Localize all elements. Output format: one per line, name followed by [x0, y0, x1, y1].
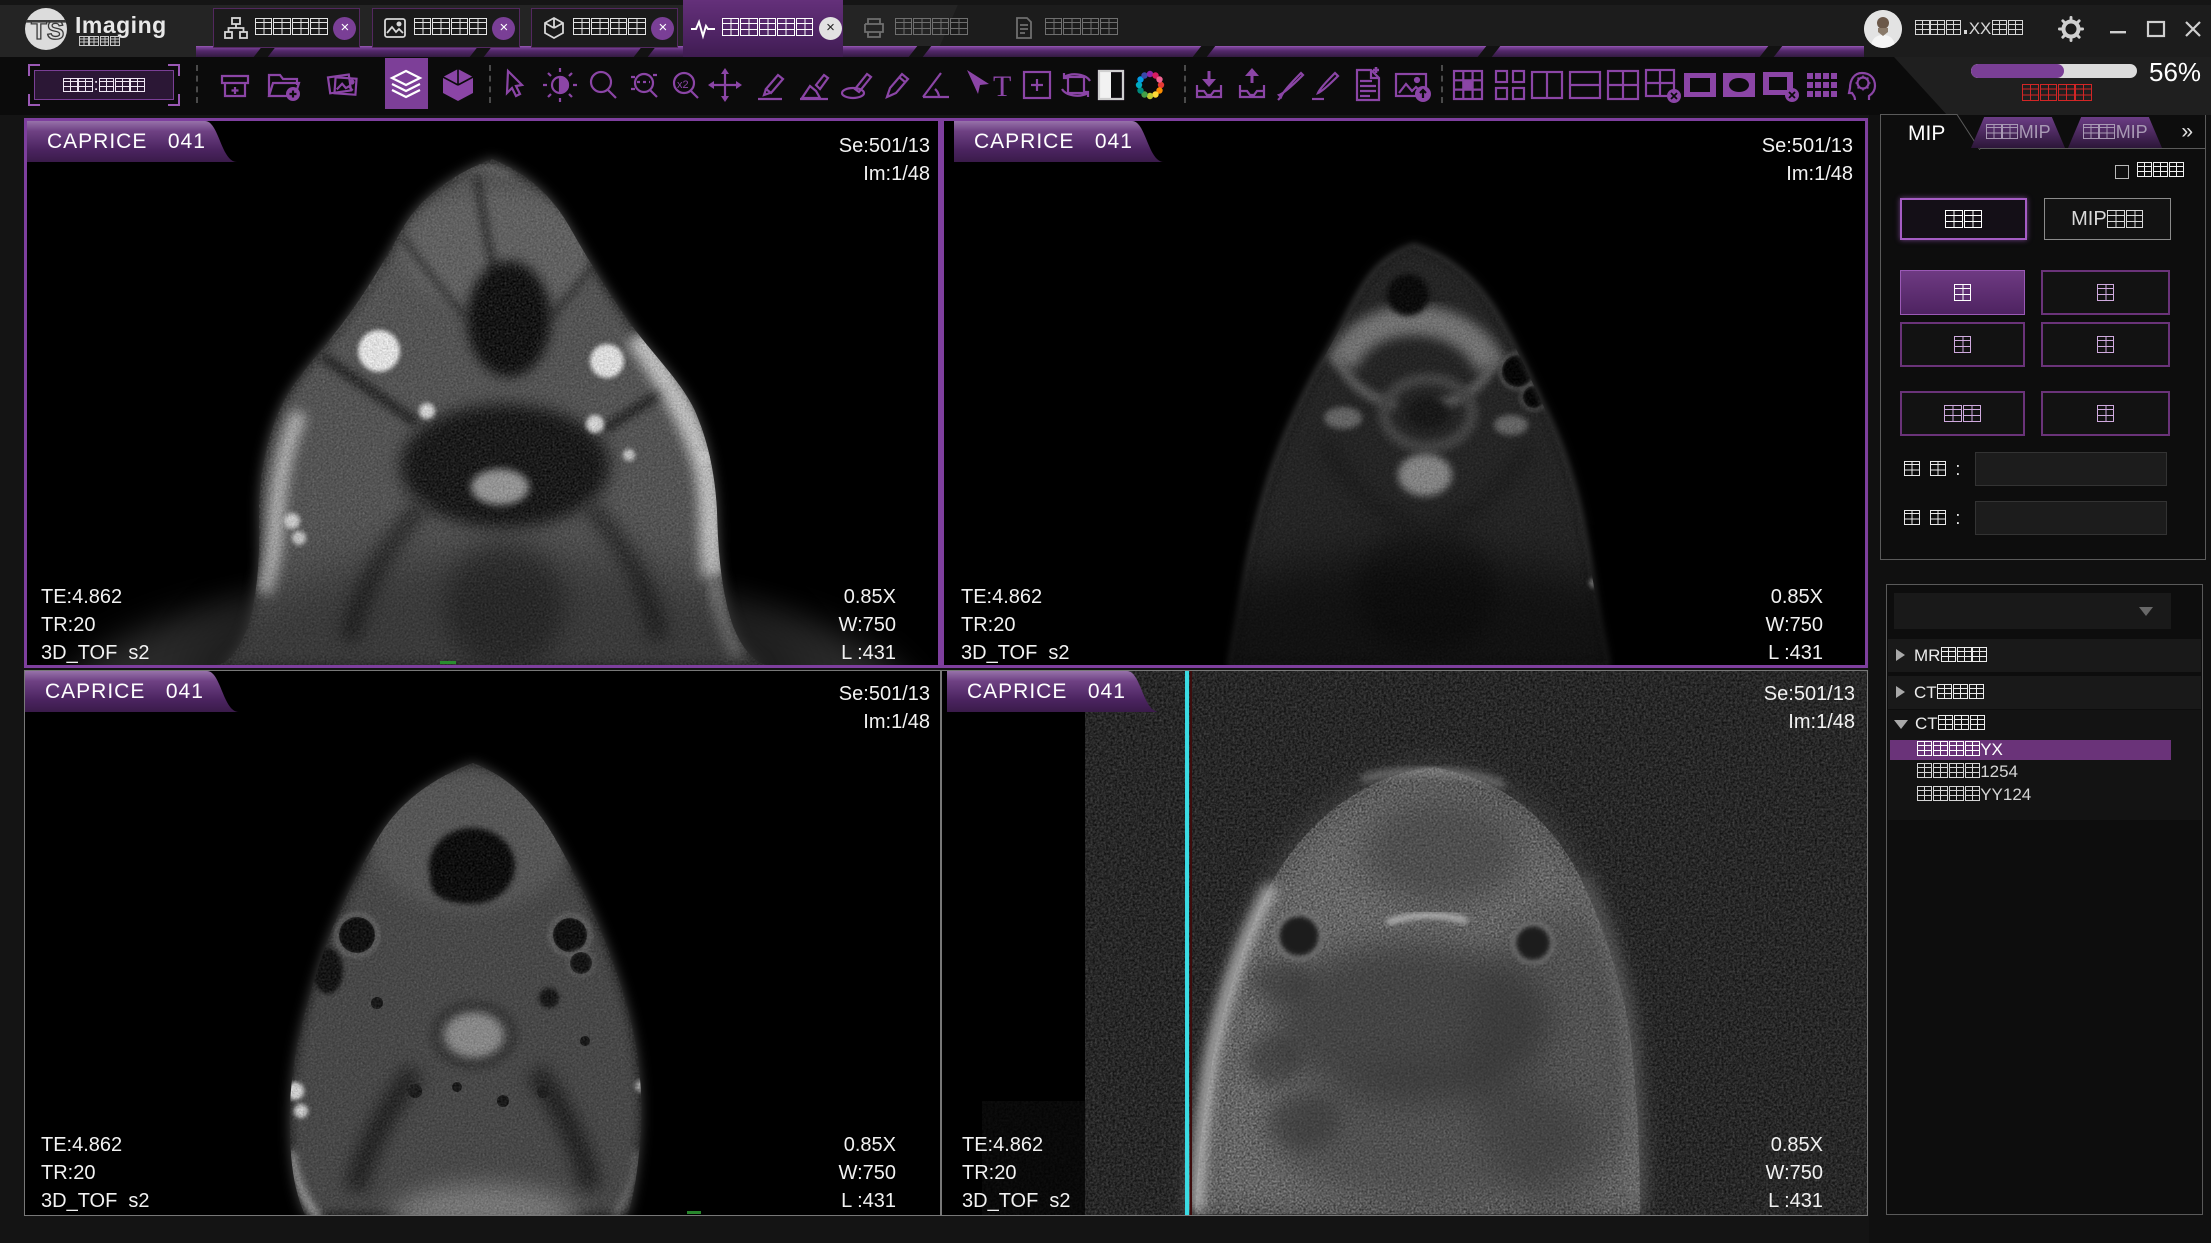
svg-text:x2: x2 — [677, 79, 689, 91]
svg-text:TS: TS — [31, 15, 64, 45]
svg-text:MIP: MIP — [1908, 122, 1945, 145]
svg-text:T: T — [993, 70, 1011, 103]
